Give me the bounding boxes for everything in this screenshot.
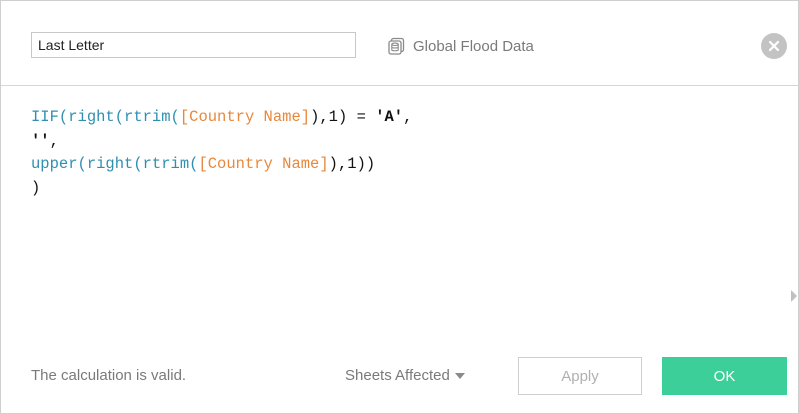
code-token-fld: [Country Name] <box>198 155 329 173</box>
code-token-str: '' <box>31 131 50 150</box>
apply-button[interactable]: Apply <box>518 357 642 395</box>
datasource-name: Global Flood Data <box>413 37 534 55</box>
sheets-affected-label: Sheets Affected <box>345 367 450 384</box>
calculation-dialog: Global Flood Data IIF(right(rtrim([Count… <box>0 0 799 414</box>
code-token-fld: [Country Name] <box>179 108 311 126</box>
ok-button[interactable]: OK <box>662 357 787 395</box>
code-token-fn: rtrim( <box>124 108 180 126</box>
code-token-fn: rtrim( <box>142 155 199 173</box>
calculation-name-input[interactable] <box>31 32 356 58</box>
code-token-str: 'A' <box>375 108 404 126</box>
expand-panel-arrow-icon[interactable] <box>791 290 797 302</box>
sheets-affected-dropdown[interactable]: Sheets Affected <box>345 367 465 384</box>
datasource-icon <box>387 36 407 56</box>
code-token-fn: upper( <box>31 155 87 173</box>
code-token-fn: right( <box>86 155 143 173</box>
datasource-indicator: Global Flood Data <box>387 34 534 58</box>
formula-editor[interactable]: IIF(right(rtrim([Country Name]),1) = 'A'… <box>1 85 798 336</box>
code-token-punc: ),1) = <box>310 108 376 126</box>
close-icon <box>768 40 780 52</box>
code-line: ) <box>31 179 40 197</box>
code-line: IIF(right(rtrim([Country Name]),1) = 'A'… <box>31 108 412 126</box>
code-token-punc: ),1)) <box>328 155 376 173</box>
formula-code[interactable]: IIF(right(rtrim([Country Name]),1) = 'A'… <box>31 106 412 200</box>
code-token-punc: , <box>49 131 59 150</box>
close-button[interactable] <box>761 33 787 59</box>
code-token-punc: , <box>403 108 413 126</box>
code-line: '', <box>31 132 59 150</box>
code-line: upper(right(rtrim([Country Name]),1)) <box>31 155 375 173</box>
code-token-fn: IIF( <box>31 108 69 126</box>
code-token-fn: right( <box>68 108 125 126</box>
validation-status: The calculation is valid. <box>31 367 187 384</box>
code-token-punc: ) <box>31 178 41 197</box>
caret-down-icon <box>454 373 465 379</box>
